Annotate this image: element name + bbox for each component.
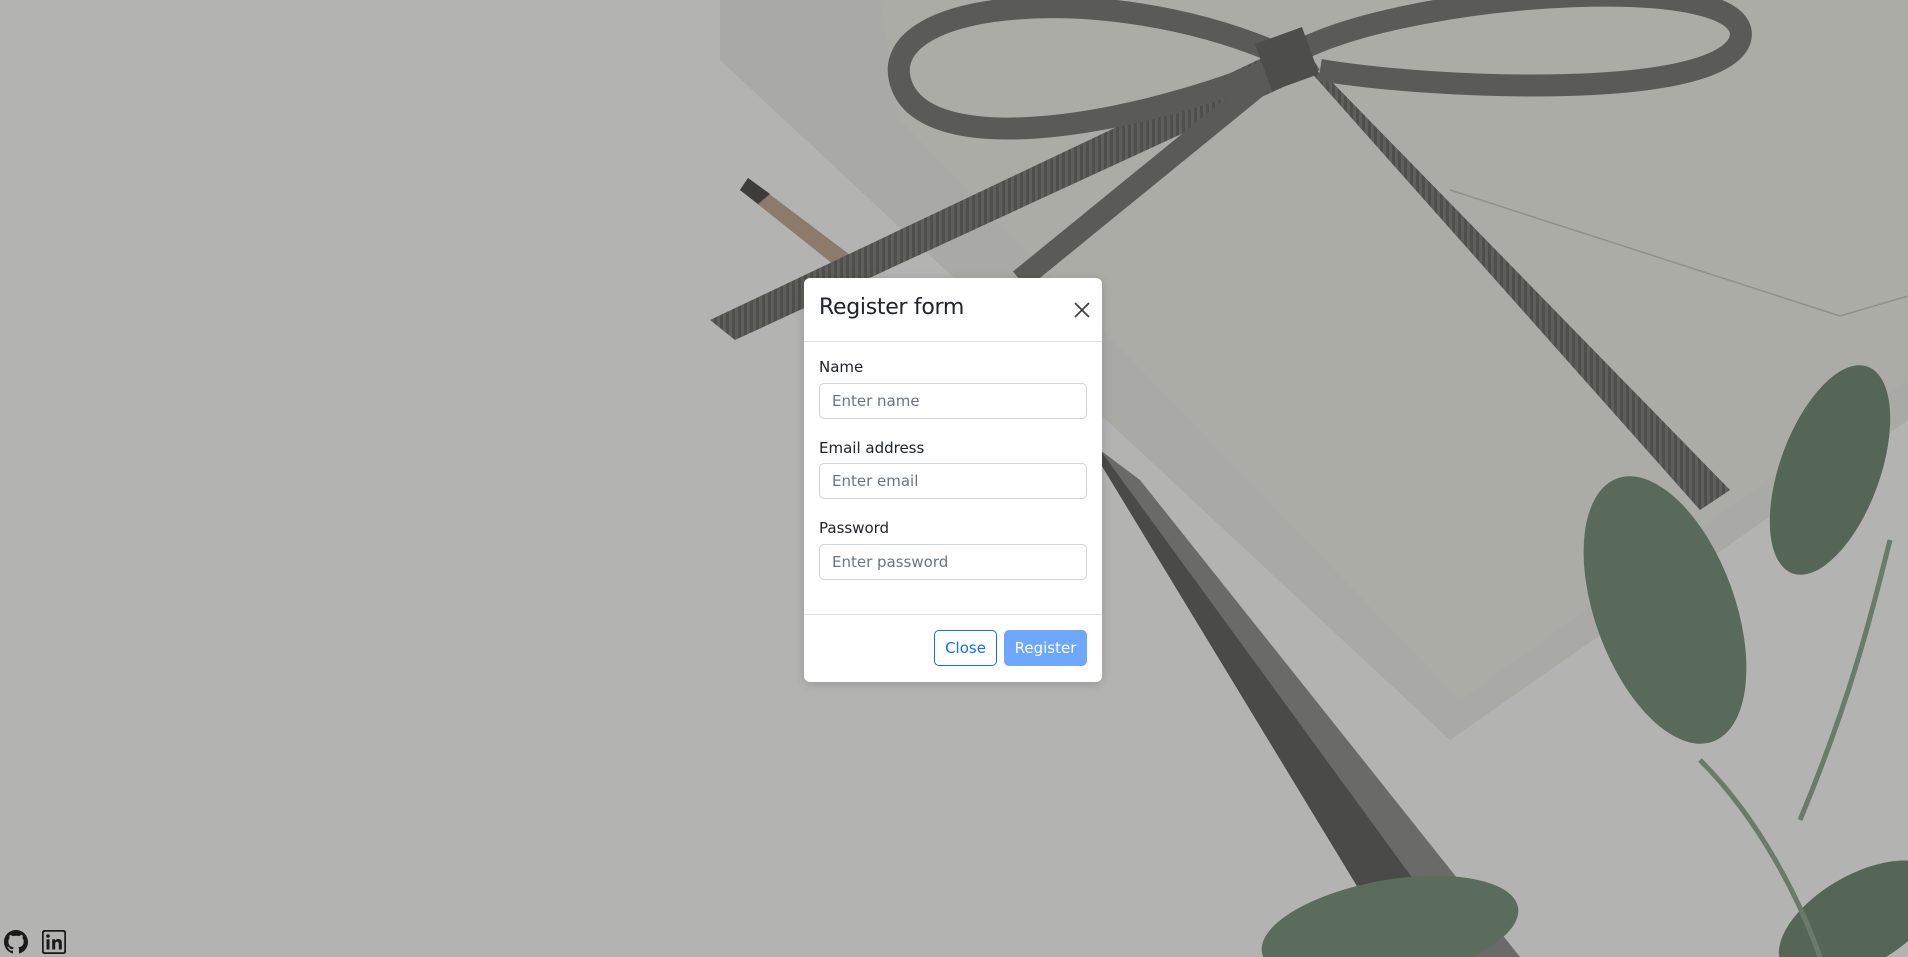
password-label: Password xyxy=(819,519,890,537)
register-modal: Register form Name Email address Passwor… xyxy=(804,278,1102,682)
email-input[interactable] xyxy=(819,463,1087,499)
linkedin-icon[interactable] xyxy=(42,930,66,954)
register-button[interactable]: Register xyxy=(1004,630,1087,666)
page: Register form Name Email address Passwor… xyxy=(0,0,1908,957)
close-icon[interactable] xyxy=(1070,298,1094,322)
modal-title: Register form xyxy=(819,295,964,320)
name-label: Name xyxy=(819,358,864,376)
modal-footer: Close Register xyxy=(804,614,1102,682)
name-input[interactable] xyxy=(819,383,1087,419)
password-input[interactable] xyxy=(819,544,1087,580)
email-label: Email address xyxy=(819,439,925,457)
modal-header: Register form xyxy=(804,278,1102,342)
modal-body: Name Email address Password xyxy=(804,342,1102,593)
github-icon[interactable] xyxy=(4,930,28,954)
close-button[interactable]: Close xyxy=(934,630,997,666)
